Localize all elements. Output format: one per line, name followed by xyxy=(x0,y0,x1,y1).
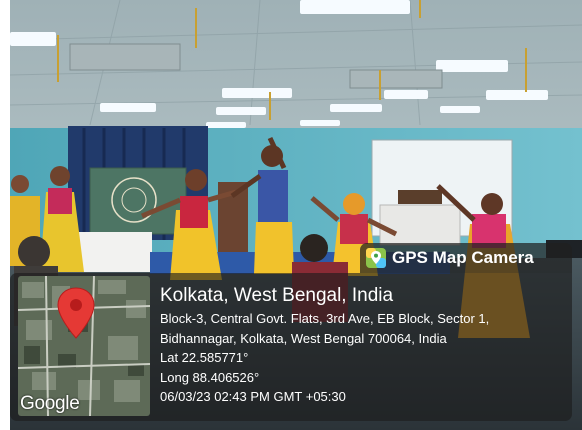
timestamp: 06/03/23 02:43 PM GMT +05:30 xyxy=(160,389,346,404)
satellite-map-thumbnail[interactable]: Google xyxy=(18,276,150,416)
google-logo: Google xyxy=(20,393,80,414)
gps-map-camera-label: GPS Map Camera xyxy=(392,248,534,267)
photo-stage: GPS Map Camera Google Kolkata, West Beng… xyxy=(0,0,582,430)
longitude: Long 88.406526° xyxy=(160,369,260,385)
place-name: Kolkata, West Bengal, India xyxy=(160,285,394,306)
camera-map-icon xyxy=(366,248,386,268)
address-line-1: Block-3, Central Govt. Flats, 3rd Ave, E… xyxy=(160,311,490,326)
gps-map-camera-badge: GPS Map Camera xyxy=(360,243,572,273)
location-text: Kolkata, West Bengal, India Block-3, Cen… xyxy=(160,283,568,407)
address-line-2: Bidhannagar, Kolkata, West Bengal 700064… xyxy=(160,330,447,346)
latitude: Lat 22.585771° xyxy=(160,350,249,365)
location-info-panel: Google Kolkata, West Bengal, India Block… xyxy=(10,273,572,421)
